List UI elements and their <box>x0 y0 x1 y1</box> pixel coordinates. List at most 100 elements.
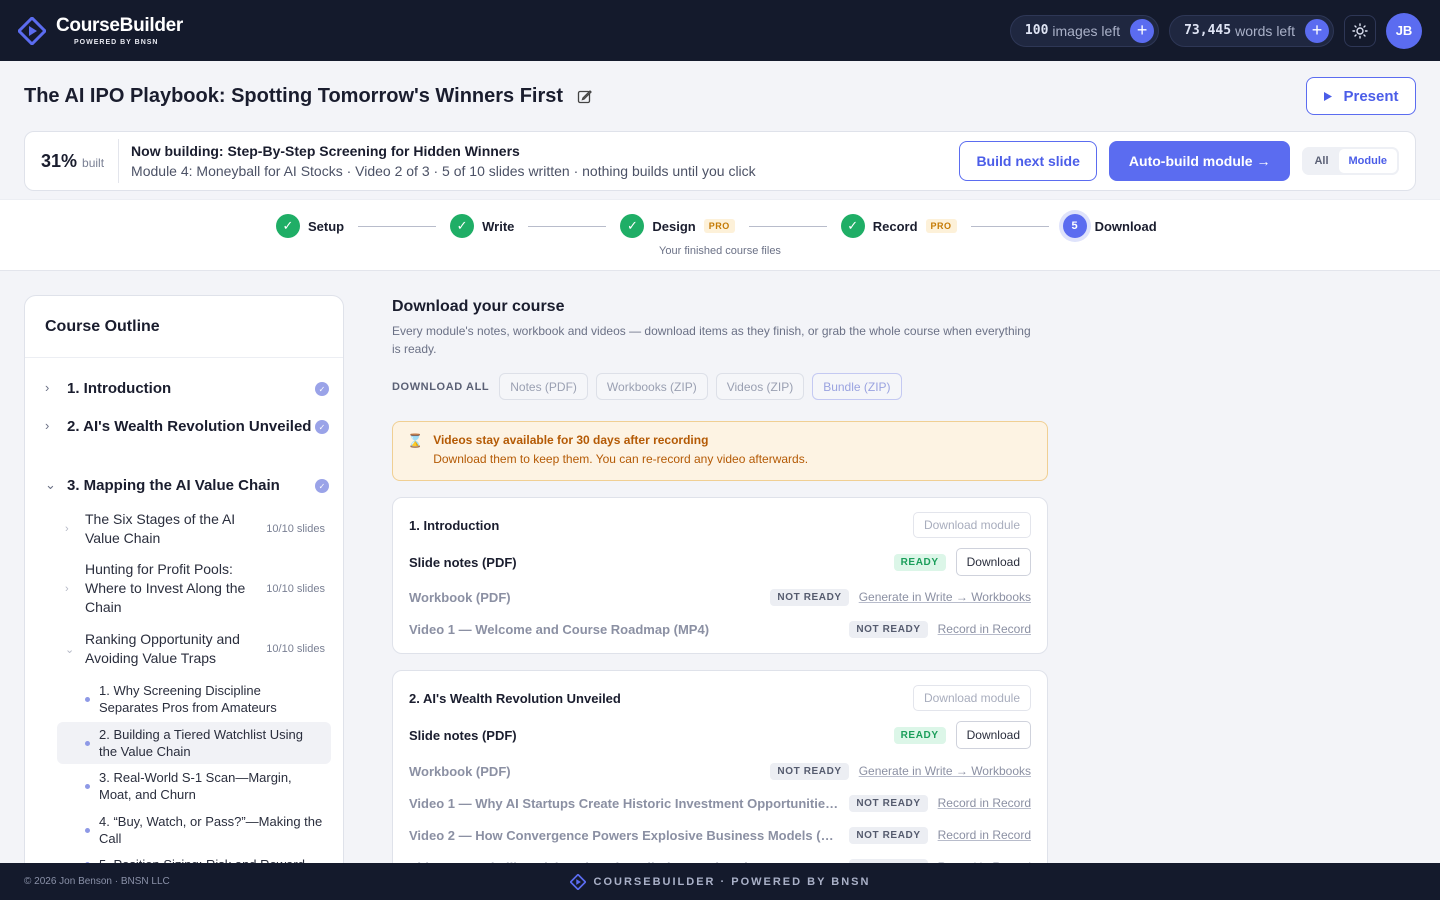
outline-module[interactable]: › 1. Introduction ✓ <box>45 378 329 399</box>
lesson-slide-count: 10/10 slides <box>266 523 325 535</box>
course-title-row: The AI IPO Playbook: Spotting Tomorrow's… <box>24 77 1416 115</box>
slide-title: 2. Building a Tiered Watchlist Using the… <box>99 727 304 759</box>
build-progress-bar: 31% built Now building: Step-By-Step Scr… <box>24 131 1416 191</box>
download-videos-button[interactable]: Videos (ZIP) <box>715 373 805 400</box>
step-setup[interactable]: ✓ Setup <box>276 214 344 238</box>
item-name: Workbook (PDF) <box>409 589 511 605</box>
images-left-label: images left <box>1052 22 1121 39</box>
record-link[interactable]: Record in Record <box>938 796 1031 810</box>
check-icon: ✓ <box>620 214 645 238</box>
hourglass-icon: ⌛ <box>407 433 424 448</box>
generate-workbook-link[interactable]: Generate in Write → Workbooks <box>859 764 1031 778</box>
download-all-bar: DOWNLOAD ALL Notes (PDF) Workbooks (ZIP)… <box>392 373 902 400</box>
step-write[interactable]: ✓ Write <box>450 214 514 238</box>
check-circle-icon: ✓ <box>315 420 329 434</box>
step-label: Download <box>1094 218 1157 234</box>
top-nav: CourseBuilder POWERED BY BNSN 100 images… <box>0 0 1440 61</box>
ready-badge: READY <box>893 726 946 744</box>
outline-lesson[interactable]: ⌄ Ranking Opportunity and Avoiding Value… <box>65 630 325 668</box>
chevron-down-icon: ⌄ <box>65 643 75 656</box>
outline-module[interactable]: ⌄ 3. Mapping the AI Value Chain ✓ <box>45 475 329 496</box>
download-button[interactable]: Download <box>955 548 1031 576</box>
lesson-title: Ranking Opportunity and Avoiding Value T… <box>85 631 240 666</box>
outline-module[interactable]: › 2. AI's Wealth Revolution Unveiled ✓ <box>45 416 329 437</box>
outline-slide[interactable]: 1. Why Screening Discipline Separates Pr… <box>57 678 331 720</box>
download-notes-button[interactable]: Notes (PDF) <box>499 373 588 400</box>
add-images-button[interactable]: + <box>1130 18 1155 43</box>
item-name: Video 2 — How Convergence Powers Explosi… <box>409 827 839 843</box>
scope-module-option[interactable]: Module <box>1338 149 1397 173</box>
item-name: Workbook (PDF) <box>409 763 511 779</box>
step-record[interactable]: ✓ Record PRO <box>840 214 957 238</box>
record-link[interactable]: Record in Record <box>938 828 1031 842</box>
step-label: Setup <box>308 218 345 234</box>
generate-workbook-link[interactable]: Generate in Write → Workbooks <box>859 590 1031 604</box>
footer-brand-text: COURSEBUILDER · POWERED BY BNSN <box>593 875 871 888</box>
step-connector <box>748 225 827 227</box>
download-button[interactable]: Download <box>955 721 1031 749</box>
bullet-icon <box>85 696 90 702</box>
outline-slide[interactable]: 3. Real-World S-1 Scan—Margin, Moat, and… <box>57 765 331 807</box>
slide-title: 3. Real-World S-1 Scan—Margin, Moat, and… <box>99 770 292 802</box>
step-download[interactable]: 5 Download <box>1062 214 1157 238</box>
module-card-title: 1. Introduction <box>409 517 500 533</box>
pro-badge: PRO <box>703 219 735 233</box>
brand-tagline: POWERED BY BNSN <box>74 38 159 46</box>
pro-badge: PRO <box>925 219 957 233</box>
step-label: Design <box>652 218 696 234</box>
user-avatar[interactable]: JB <box>1386 12 1422 49</box>
words-left-label: words left <box>1235 22 1295 39</box>
images-credit-pill: 100 images left + <box>1009 14 1160 47</box>
step-design[interactable]: ✓ Design PRO <box>620 214 735 238</box>
scope-all-option[interactable]: All <box>1304 149 1338 173</box>
download-item-row: Video 1 — Welcome and Course Roadmap (MP… <box>409 615 1031 643</box>
bullet-icon <box>85 740 90 746</box>
not-ready-badge: NOT READY <box>770 762 849 780</box>
chevron-right-icon: › <box>65 523 69 535</box>
module-title: 1. Introduction <box>67 380 172 397</box>
outline-lesson[interactable]: › Hunting for Profit Pools: Where to Inv… <box>65 560 325 617</box>
chevron-down-icon: ⌄ <box>45 477 56 492</box>
add-words-button[interactable]: + <box>1305 18 1329 43</box>
item-name: Slide notes (PDF) <box>409 554 517 570</box>
not-ready-badge: NOT READY <box>849 826 928 844</box>
outline-lesson[interactable]: › The Six Stages of the AI Value Chain 1… <box>65 510 325 548</box>
lesson-slide-count: 10/10 slides <box>266 582 325 595</box>
download-module-button[interactable]: Download module <box>912 685 1031 711</box>
module-title: 2. AI's Wealth Revolution Unveiled <box>67 418 312 435</box>
download-all-label: DOWNLOAD ALL <box>392 380 490 393</box>
download-module-button[interactable]: Download module <box>912 512 1031 538</box>
words-left-count: 73,445 <box>1184 23 1232 38</box>
step-label: Record <box>872 218 918 234</box>
download-item-row: Slide notes (PDF) READY Download <box>409 548 1031 576</box>
slide-title: 4. “Buy, Watch, or Pass?”—Making the Cal… <box>99 814 323 846</box>
course-outline-sidebar: Course Outline › 1. Introduction ✓ › 2. … <box>24 295 344 895</box>
footer-brand: COURSEBUILDER · POWERED BY BNSN <box>0 873 1440 890</box>
build-next-slide-button[interactable]: Build next slide <box>959 141 1097 181</box>
chevron-right-icon: › <box>45 418 50 433</box>
lesson-title: Hunting for Profit Pools: Where to Inves… <box>85 561 246 615</box>
brand-logo[interactable]: CourseBuilder POWERED BY BNSN <box>18 16 183 46</box>
not-ready-badge: NOT READY <box>770 588 849 606</box>
auto-build-module-button[interactable]: Auto-build module → <box>1108 141 1291 181</box>
download-bundle-button[interactable]: Bundle (ZIP) <box>812 373 902 400</box>
step-connector <box>358 225 437 227</box>
present-button[interactable]: Present <box>1306 77 1416 115</box>
edit-title-icon[interactable] <box>577 89 592 104</box>
download-workbooks-button[interactable]: Workbooks (ZIP) <box>595 373 708 400</box>
download-item-row: Video 2 — How Convergence Powers Explosi… <box>409 821 1031 849</box>
record-link[interactable]: Record in Record <box>938 622 1031 636</box>
step-label: Write <box>482 218 515 234</box>
outline-slide[interactable]: 4. “Buy, Watch, or Pass?”—Making the Cal… <box>57 809 331 851</box>
step-number: 5 <box>1062 214 1087 238</box>
bullet-icon <box>85 827 90 833</box>
now-building-title: Now building: Step-By-Step Screening for… <box>131 143 520 159</box>
outline-slide-active[interactable]: 2. Building a Tiered Watchlist Using the… <box>57 722 331 764</box>
lesson-title: The Six Stages of the AI Value Chain <box>85 511 236 546</box>
coursebuilder-logo-icon <box>18 16 46 45</box>
theme-toggle-button[interactable] <box>1344 14 1376 47</box>
lesson-slide-count: 10/10 slides <box>266 643 325 655</box>
build-percent: 31% <box>41 150 78 171</box>
brand-name: CourseBuilder <box>56 14 184 36</box>
build-scope-toggle: All Module <box>1302 147 1399 175</box>
